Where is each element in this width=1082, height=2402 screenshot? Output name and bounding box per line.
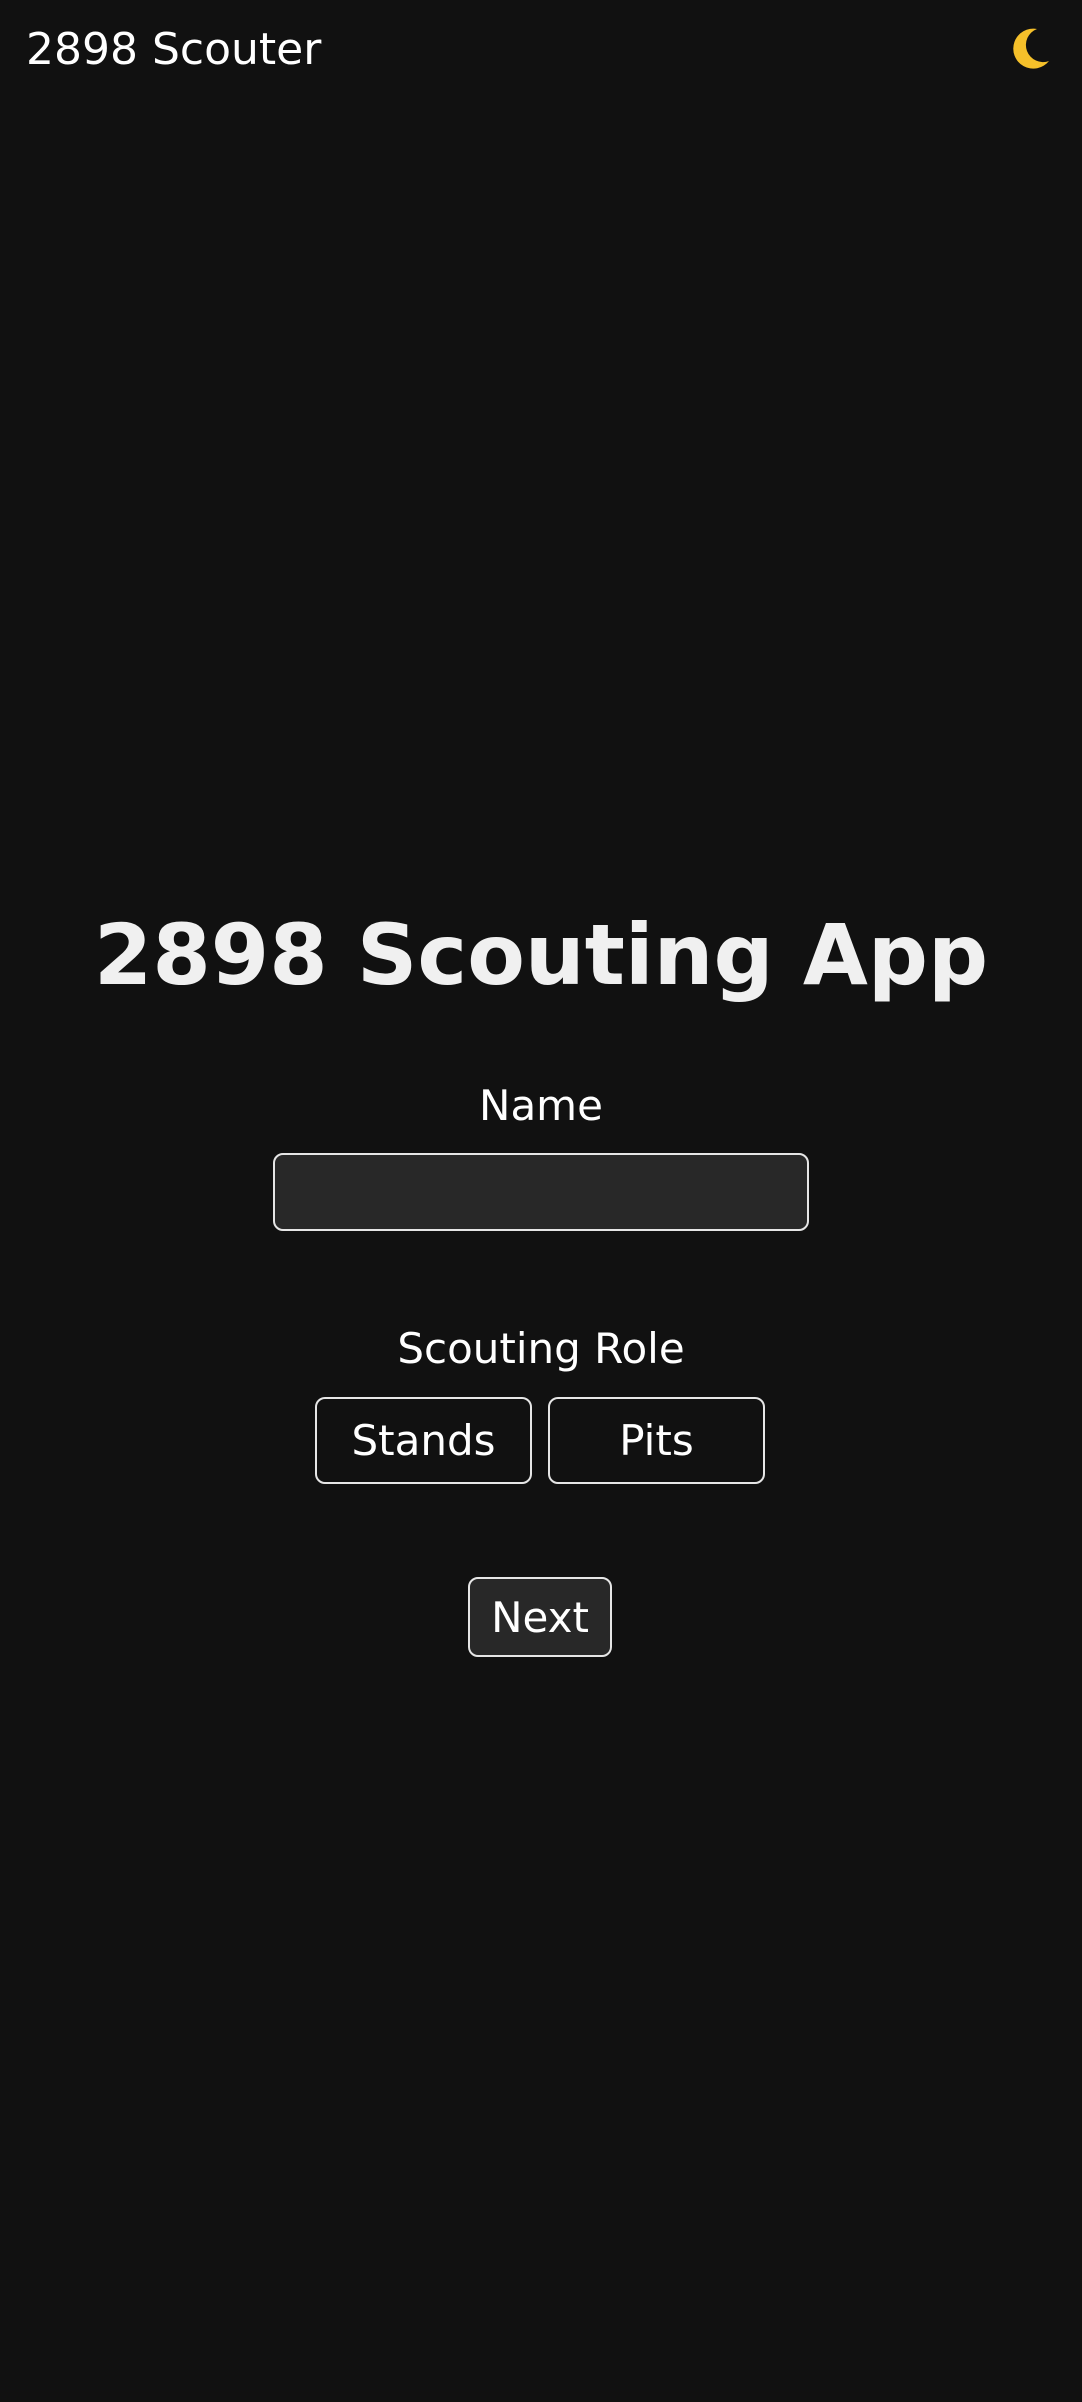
role-stands-button[interactable]: Stands (315, 1397, 532, 1484)
next-button[interactable]: Next (468, 1577, 612, 1657)
role-pits-button[interactable]: Pits (548, 1397, 765, 1484)
app-screen: 2898 Scouter 2898 Scouting App Name Scou… (0, 0, 1082, 2402)
scouting-role-label: Scouting Role (397, 1324, 685, 1373)
main-content: 2898 Scouting App Name Scouting Role Sta… (0, 0, 1082, 2402)
name-label: Name (479, 1081, 603, 1130)
page-title: 2898 Scouting App (93, 906, 989, 1004)
name-input[interactable] (273, 1153, 809, 1231)
